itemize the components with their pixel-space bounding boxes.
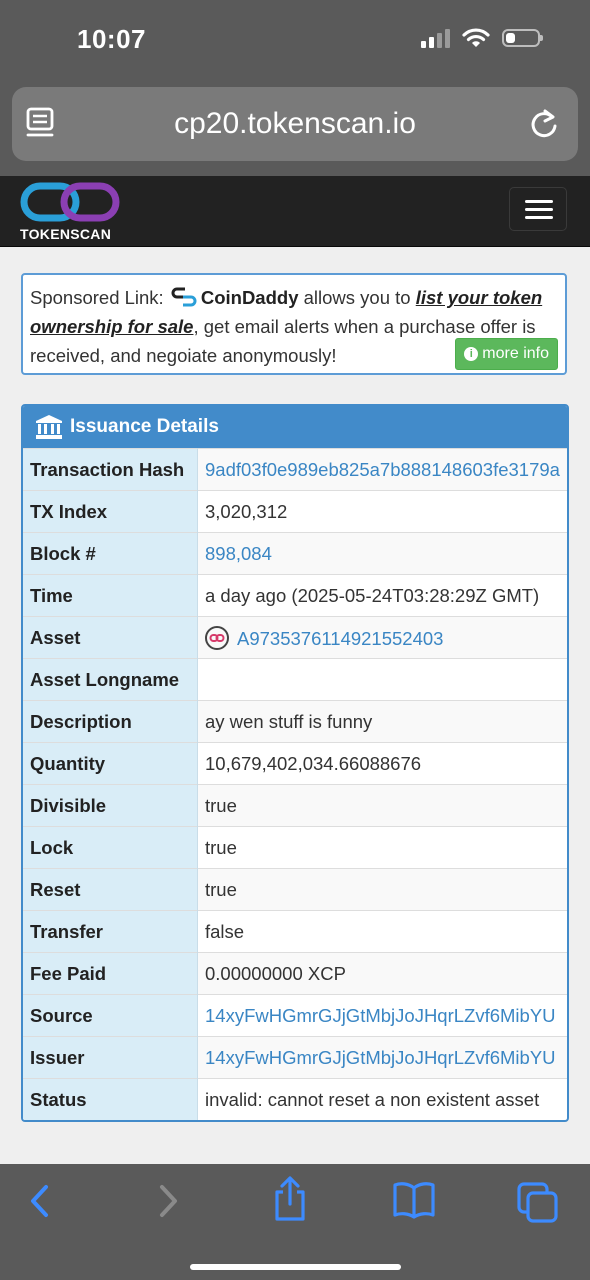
cellular-signal-icon <box>421 28 450 48</box>
row-label: Divisible <box>23 784 198 827</box>
panel-title: Issuance Details <box>70 416 219 437</box>
back-icon[interactable] <box>26 1181 54 1221</box>
coindaddy-icon <box>171 287 197 307</box>
info-icon: i <box>464 347 479 361</box>
table-row: Asset A9735376114921552403 <box>23 616 567 659</box>
bank-icon <box>36 415 62 439</box>
tokenscan-logo-icon <box>20 182 120 222</box>
row-value: false <box>197 910 567 953</box>
table-row: Issuer 14xyFwHGmrGJjGtMbjJoJHqrLZvf6MibYU <box>23 1036 567 1079</box>
table-row: Block #898,084 <box>23 532 567 575</box>
table-row: Transaction Hash 9adf03f0e989eb825a7b8881… <box>23 448 567 491</box>
browser-toolbar <box>0 1164 590 1280</box>
table-row: Fee Paid 0.00000000 XCP <box>23 952 567 995</box>
tokenscan-logo[interactable]: TOKENSCAN <box>20 182 120 242</box>
row-value: a day ago (2025-05-24T03:28:29Z GMT) <box>197 574 567 617</box>
reload-icon[interactable] <box>528 107 560 141</box>
row-value: ay wen stuff is funny <box>197 700 567 743</box>
row-value <box>197 658 567 701</box>
issuer-address-link[interactable]: 14xyFwHGmrGJjGtMbjJoJHqrLZvf6MibYU <box>197 1036 567 1079</box>
table-row: TX Index 3,020,312 <box>23 490 567 533</box>
menu-toggle-button[interactable] <box>509 187 567 231</box>
table-row: Lock true <box>23 826 567 869</box>
forward-icon[interactable] <box>154 1181 182 1221</box>
row-value: 0.00000000 XCP <box>197 952 567 995</box>
url-text[interactable]: cp20.tokenscan.io <box>12 107 578 141</box>
table-row: Source 14xyFwHGmrGJjGtMbjJoJHqrLZvf6MibYU <box>23 994 567 1037</box>
table-row: Quantity 10,679,402,034.66088676 <box>23 742 567 785</box>
panel-heading: Issuance Details <box>23 406 567 448</box>
more-info-label: more info <box>482 345 549 362</box>
row-value: 10,679,402,034.66088676 <box>197 742 567 785</box>
asset-icon <box>205 625 229 650</box>
share-icon[interactable] <box>272 1176 308 1222</box>
block-link[interactable]: 898,084 <box>197 532 567 575</box>
row-label: Transaction Hash <box>23 448 198 491</box>
source-address-link[interactable]: 14xyFwHGmrGJjGtMbjJoJHqrLZvf6MibYU <box>197 994 567 1037</box>
issuance-table: Transaction Hash 9adf03f0e989eb825a7b8881… <box>23 448 567 1120</box>
battery-icon <box>502 29 543 47</box>
row-label: Description <box>23 700 198 743</box>
table-row: Divisible true <box>23 784 567 827</box>
issuance-details-panel: Issuance Details Transaction Hash 9adf03f… <box>21 404 569 1122</box>
status-icons <box>421 28 543 48</box>
home-indicator <box>190 1264 401 1270</box>
row-label: Asset Longname <box>23 658 198 701</box>
sponsor-mid: allows you to <box>298 287 416 308</box>
tabs-icon[interactable] <box>516 1181 560 1223</box>
row-label: Block # <box>23 532 198 575</box>
bookmarks-icon[interactable] <box>392 1181 436 1219</box>
asset-link[interactable]: A9735376114921552403 <box>237 628 443 649</box>
row-label: Time <box>23 574 198 617</box>
status-time: 10:07 <box>77 24 146 54</box>
site-navbar: TOKENSCAN <box>0 176 590 247</box>
row-value: 3,020,312 <box>197 490 567 533</box>
table-row: Description ay wen stuff is funny <box>23 700 567 743</box>
wifi-icon <box>462 28 490 47</box>
row-value: true <box>197 826 567 869</box>
address-bar[interactable]: cp20.tokenscan.io <box>12 87 578 161</box>
table-row: Transfer false <box>23 910 567 953</box>
row-value: true <box>197 868 567 911</box>
row-label: Fee Paid <box>23 952 198 995</box>
row-label: Source <box>23 994 198 1037</box>
more-info-button[interactable]: i more info <box>455 338 558 370</box>
asset-cell[interactable]: A9735376114921552403 <box>197 616 567 659</box>
logo-text: TOKENSCAN <box>20 226 112 242</box>
tx-hash-link[interactable]: 9adf03f0e989eb825a7b888148603fe3179a <box>197 448 567 491</box>
browser-chrome: 10:07 cp20.tokenscan.io <box>0 0 590 176</box>
row-value: true <box>197 784 567 827</box>
table-row: Time a day ago (2025-05-24T03:28:29Z GMT) <box>23 574 567 617</box>
row-label: Transfer <box>23 910 198 953</box>
row-label: Issuer <box>23 1036 198 1079</box>
sponsor-brand: CoinDaddy <box>200 287 299 308</box>
row-label: Status <box>23 1078 198 1120</box>
row-label: Lock <box>23 826 198 869</box>
table-row: Reset true <box>23 868 567 911</box>
row-label: Asset <box>23 616 198 659</box>
sponsored-link-box: Sponsored Link: CoinDaddy allows you to … <box>21 273 567 375</box>
row-label: TX Index <box>23 490 198 533</box>
row-label: Quantity <box>23 742 198 785</box>
row-label: Reset <box>23 868 198 911</box>
row-value: invalid: cannot reset a non existent ass… <box>197 1078 567 1120</box>
table-row: Status invalid: cannot reset a non existe… <box>23 1078 567 1120</box>
table-row: Asset Longname <box>23 658 567 701</box>
sponsor-prefix: Sponsored Link: <box>30 287 164 308</box>
